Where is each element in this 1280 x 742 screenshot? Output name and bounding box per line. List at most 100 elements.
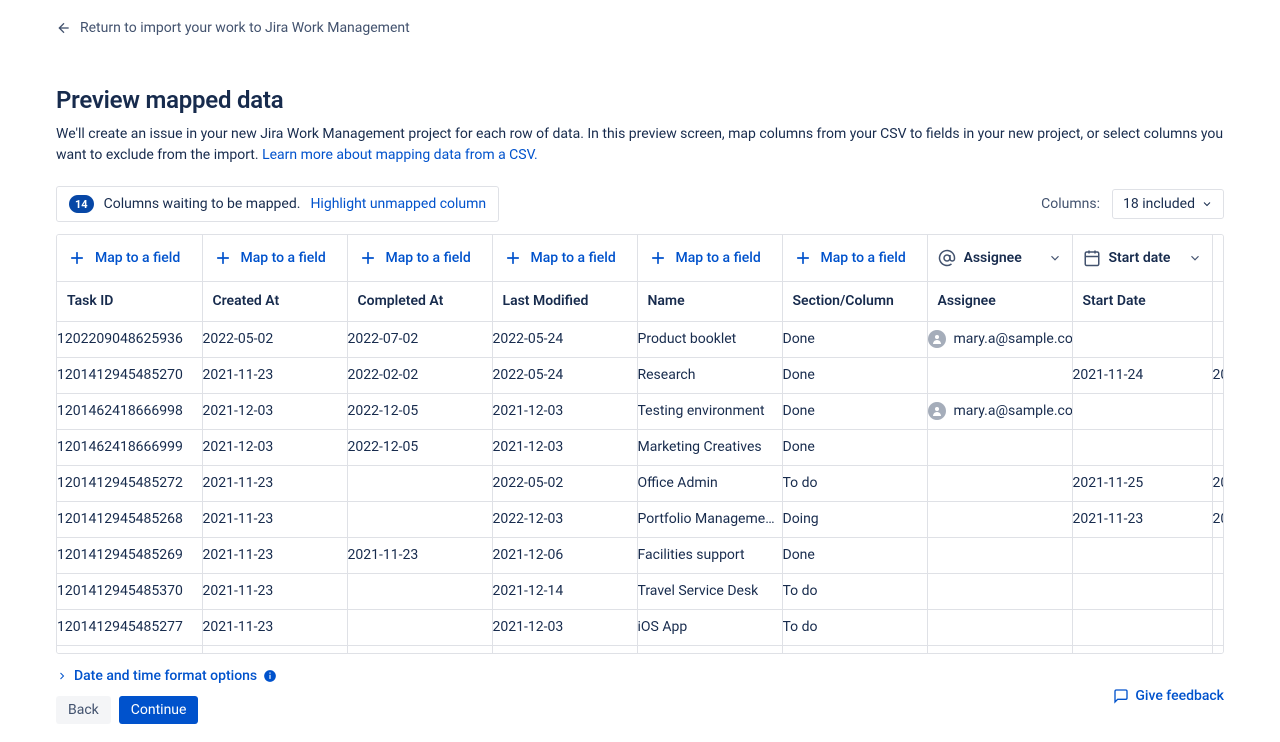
cell-task-id [57,645,202,653]
table-row: 12014129454852682021-11-232022-12-03Port… [57,501,1224,537]
cell-last-modified: 2022-05-02 [492,465,637,501]
cell-name: Testing environment [637,393,782,429]
page-description: We'll create an issue in your new Jira W… [56,124,1224,166]
map-header-section[interactable]: Map to a field [782,235,927,281]
cell-due-date [1212,573,1224,609]
table-row: 12014624186669992021-12-032022-12-052021… [57,429,1224,465]
table-row: 12014129454852692021-11-232021-11-232021… [57,537,1224,573]
cell-name: Research [637,357,782,393]
cell-created-at [202,645,347,653]
cell-due-date [1212,645,1224,653]
date-time-format-label: Date and time format options [74,668,257,684]
plus-icon [503,248,523,268]
give-feedback-label: Give feedback [1135,688,1224,704]
column-header-task-id: Task ID [57,281,202,321]
info-icon [263,669,277,683]
cell-last-modified: 2022-12-03 [492,501,637,537]
cell-assignee [927,429,1072,465]
highlight-unmapped-link[interactable]: Highlight unmapped column [310,196,486,212]
plus-icon [358,248,378,268]
cell-due-date [1212,609,1224,645]
cell-section: To do [782,573,927,609]
cell-section: Done [782,321,927,357]
columns-included-dropdown[interactable]: 18 included [1112,189,1224,219]
cell-assignee [927,609,1072,645]
date-time-format-expander[interactable]: Date and time format options [56,668,277,684]
cell-section: Done [782,429,927,465]
cell-last-modified: 2021-12-03 [492,609,637,645]
cell-last-modified: 2022-05-24 [492,357,637,393]
assignee-email: mary.a@sample.com [954,403,1073,419]
cell-due-date: 202 [1212,501,1224,537]
map-label: Map to a field [821,250,906,266]
chevron-down-icon [1201,198,1213,210]
cell-assignee [927,537,1072,573]
cell-start-date: 2021-11-24 [1072,357,1212,393]
cell-section: To do [782,465,927,501]
column-header-start-date: Start Date [1072,281,1212,321]
description-text: We'll create an issue in your new Jira W… [56,126,1223,163]
cell-created-at: 2022-05-02 [202,321,347,357]
table-row: 12014129454852772021-11-232021-12-03iOS … [57,609,1224,645]
cell-last-modified: 2021-12-14 [492,573,637,609]
cell-start-date [1072,573,1212,609]
cell-completed-at: 2022-07-02 [347,321,492,357]
map-header-task-id[interactable]: Map to a field [57,235,202,281]
cell-name: Travel Service Desk [637,573,782,609]
unmapped-count-badge: 14 [69,195,94,213]
cell-section: Doing [782,501,927,537]
cell-task-id: 1201412945485270 [57,357,202,393]
map-label: Map to a field [676,250,761,266]
map-header-start-date[interactable]: Start date [1072,235,1212,281]
plus-icon [67,248,87,268]
cell-section [782,645,927,653]
cell-completed-at [347,573,492,609]
cell-created-at: 2021-11-23 [202,357,347,393]
cell-task-id: 1202209048625936 [57,321,202,357]
cell-completed-at [347,465,492,501]
cell-start-date [1072,645,1212,653]
column-header-assignee: Assignee [927,281,1072,321]
map-header-due-date[interactable] [1212,235,1224,281]
cell-completed-at: 2022-12-05 [347,393,492,429]
cell-start-date: 2021-11-25 [1072,465,1212,501]
cell-last-modified [492,645,637,653]
map-header-completed-at[interactable]: Map to a field [347,235,492,281]
map-header-last-modified[interactable]: Map to a field [492,235,637,281]
calendar-icon [1083,249,1101,267]
assignee-email: mary.a@sample.com [954,331,1073,347]
cell-completed-at: 2022-12-05 [347,429,492,465]
assignee-chip: mary.a@sample.com [928,330,1072,348]
cell-assignee [927,645,1072,653]
column-header-created-at: Created At [202,281,347,321]
cell-created-at: 2021-11-23 [202,573,347,609]
chevron-down-icon [1188,251,1202,265]
cell-name [637,645,782,653]
cell-name: Product booklet [637,321,782,357]
assignee-chip: mary.a@sample.com [928,402,1072,420]
cell-start-date [1072,537,1212,573]
unmapped-text: Columns waiting to be mapped. [104,196,301,212]
cell-assignee [927,501,1072,537]
map-header-assignee[interactable]: Assignee [927,235,1072,281]
cell-assignee: mary.a@sample.com [927,321,1072,357]
column-header-last-modified: Last Modified [492,281,637,321]
cell-assignee [927,465,1072,501]
back-link[interactable]: Return to import your work to Jira Work … [56,20,410,36]
cell-due-date [1212,321,1224,357]
cell-due-date: 202 [1212,465,1224,501]
map-header-created-at[interactable]: Map to a field [202,235,347,281]
chevron-right-icon [56,670,68,682]
table-row: 12014129454853702021-11-232021-12-14Trav… [57,573,1224,609]
cell-due-date [1212,537,1224,573]
cell-task-id: 1201462418666998 [57,393,202,429]
give-feedback-link[interactable]: Give feedback [1113,688,1224,704]
cell-due-date: 202 [1212,357,1224,393]
table-row: 12014624186669982021-12-032022-12-052021… [57,393,1224,429]
map-label: Map to a field [386,250,471,266]
map-header-name[interactable]: Map to a field [637,235,782,281]
learn-more-link[interactable]: Learn more about mapping data from a CSV… [262,147,538,163]
columns-label: Columns: [1041,196,1100,212]
cell-task-id: 1201412945485269 [57,537,202,573]
table-row [57,645,1224,653]
